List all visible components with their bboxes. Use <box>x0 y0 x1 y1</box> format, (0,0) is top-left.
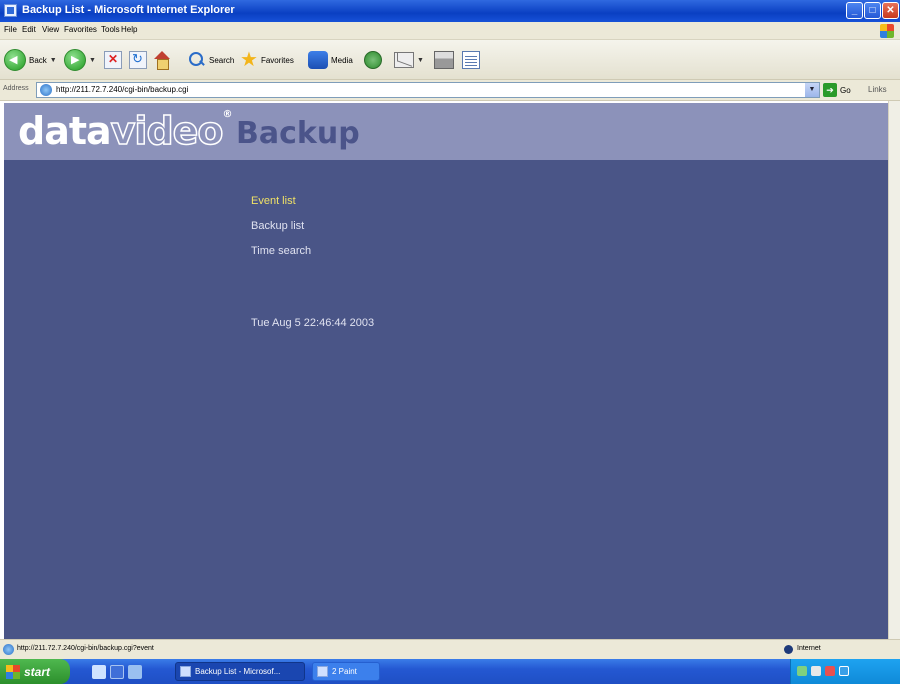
page-content: datavideo® Backup Event list Backup list… <box>4 103 888 639</box>
logo-video-text: video <box>110 108 224 154</box>
taskbar-item-label: 2 Paint <box>332 667 357 676</box>
ie-page-icon <box>40 84 52 96</box>
ie-page-icon <box>3 644 14 655</box>
search-button[interactable]: Search <box>188 47 234 73</box>
paint-icon <box>317 666 328 677</box>
status-bar: http://211.72.7.240/cgi-bin/backup.cgi?e… <box>0 639 900 659</box>
security-icon[interactable] <box>825 666 835 676</box>
search-icon <box>188 51 206 69</box>
back-label: Back <box>29 55 47 65</box>
taskbar-item-ie[interactable]: Backup List - Microsof... <box>175 662 305 681</box>
volume-icon[interactable] <box>811 666 821 676</box>
history-icon <box>364 51 382 69</box>
menu-file[interactable]: File <box>4 25 17 34</box>
mail-icon <box>394 52 414 68</box>
favorites-button[interactable]: ★ Favorites <box>240 47 294 73</box>
taskbar-item-paint[interactable]: 2 Paint <box>312 662 380 681</box>
windows-logo-icon <box>6 664 20 679</box>
windows-logo-icon <box>880 24 894 38</box>
system-tray <box>790 659 900 684</box>
home-button[interactable] <box>153 47 171 73</box>
back-button[interactable]: Back ▼ <box>4 47 57 73</box>
edit-page-button[interactable] <box>462 47 480 73</box>
logo-data-text: data <box>18 109 112 153</box>
chevron-down-icon: ▼ <box>89 56 96 64</box>
network-icon[interactable] <box>797 666 807 676</box>
print-icon <box>434 51 454 69</box>
go-label: Go <box>840 85 851 95</box>
url-field[interactable]: http://211.72.7.240/cgi-bin/backup.cgi ▼ <box>36 82 820 98</box>
url-text[interactable]: http://211.72.7.240/cgi-bin/backup.cgi <box>56 85 188 94</box>
vertical-scrollbar[interactable] <box>888 101 900 639</box>
go-button[interactable]: ➔ Go <box>823 83 851 97</box>
minimize-button[interactable]: _ <box>846 2 863 19</box>
close-button[interactable]: ✕ <box>882 2 899 19</box>
forward-button[interactable]: ▼ <box>64 47 96 73</box>
menu-edit[interactable]: Edit <box>22 25 36 34</box>
datavideo-logo: datavideo® <box>18 108 233 154</box>
ie-page-icon <box>4 4 17 17</box>
refresh-button[interactable] <box>129 47 147 73</box>
links-button[interactable]: Links <box>868 85 887 94</box>
favorites-label: Favorites <box>260 55 294 65</box>
star-icon: ★ <box>240 49 258 71</box>
taskbar: start Backup List - Microsof... 2 Paint <box>0 659 900 684</box>
media-button[interactable]: Media <box>308 47 353 73</box>
zone-label: Internet <box>797 645 821 652</box>
home-icon <box>153 51 171 70</box>
document-icon <box>462 51 480 69</box>
ie-page-icon <box>180 666 191 677</box>
address-bar: Address http://211.72.7.240/cgi-bin/back… <box>0 80 900 101</box>
status-text: http://211.72.7.240/cgi-bin/backup.cgi?e… <box>17 645 154 652</box>
print-button[interactable] <box>434 47 454 73</box>
chevron-down-icon: ▼ <box>49 56 57 64</box>
internet-zone-icon <box>784 645 793 654</box>
address-label: Address <box>3 85 29 92</box>
nav-link-time-search[interactable]: Time search <box>251 245 311 257</box>
ie-quick-launch-icon[interactable] <box>128 665 142 679</box>
forward-arrow-icon <box>64 49 86 71</box>
media-label: Media <box>331 55 353 65</box>
nav-link-event-list[interactable]: Event list <box>251 195 296 207</box>
quick-launch-icon[interactable] <box>110 665 124 679</box>
go-arrow-icon: ➔ <box>823 83 837 97</box>
toolbar: Back ▼ ▼ Search ★ Favorites Media ▼ <box>0 40 900 80</box>
show-desktop-icon[interactable] <box>92 665 106 679</box>
chevron-down-icon: ▼ <box>417 56 424 64</box>
taskbar-item-label: Backup List - Microsof... <box>195 667 281 676</box>
page-header: datavideo® Backup <box>4 103 888 160</box>
refresh-icon <box>129 51 147 69</box>
menu-view[interactable]: View <box>42 25 59 34</box>
nav-link-backup-list[interactable]: Backup list <box>251 220 304 232</box>
menu-favorites[interactable]: Favorites <box>64 25 97 34</box>
window-title-bar: Backup List - Microsoft Internet Explore… <box>0 0 900 22</box>
stop-icon <box>104 51 122 69</box>
chevron-down-icon[interactable]: ▼ <box>805 83 819 97</box>
window-title: Backup List - Microsoft Internet Explore… <box>22 4 235 16</box>
tray-app-icon[interactable] <box>839 666 849 676</box>
media-icon <box>308 51 328 69</box>
history-button[interactable] <box>364 47 382 73</box>
menu-help[interactable]: Help <box>121 25 137 34</box>
registered-mark: ® <box>222 109 233 120</box>
stop-button[interactable] <box>104 47 122 73</box>
current-datetime: Tue Aug 5 22:46:44 2003 <box>251 317 375 329</box>
menu-tools[interactable]: Tools <box>101 25 120 34</box>
start-label: start <box>24 664 51 679</box>
menu-bar: File Edit View Favorites Tools Help <box>0 22 900 40</box>
mail-button[interactable]: ▼ <box>394 47 424 73</box>
back-arrow-icon <box>4 49 26 71</box>
page-title: Backup <box>236 116 360 151</box>
start-button[interactable]: start <box>0 659 70 684</box>
maximize-button[interactable]: □ <box>864 2 881 19</box>
search-label: Search <box>209 55 235 65</box>
